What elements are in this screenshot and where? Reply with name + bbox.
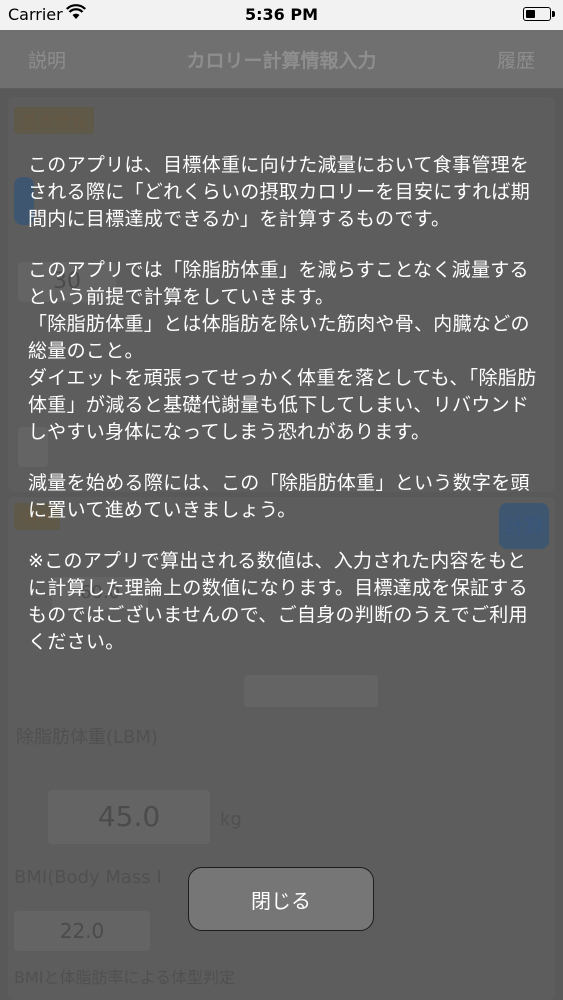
description-paragraph-2: このアプリでは「除脂肪体重」を減らすことなく減量するという前提で計算をしていきま… [28, 259, 537, 443]
navigation-bar: 説明 カロリー計算情報入力 履歴 [0, 30, 563, 89]
description-paragraph-3: 減量を始める際には、この「除脂肪体重」という数字を頭に置いて進めていきましょう。 [28, 472, 530, 521]
description-paragraph-4: ※このアプリで算出される数値は、入力された内容をもとに計算した理論上の数値になり… [28, 550, 528, 653]
description-paragraph-1: このアプリは、目標体重に向けた減量において食事管理をされる際に「どれくらいの摂取… [28, 154, 530, 230]
battery-icon [523, 7, 555, 21]
nav-title: カロリー計算情報入力 [186, 50, 377, 72]
history-button[interactable]: 履歴 [497, 46, 535, 73]
close-button[interactable]: 閉じる [188, 867, 374, 931]
status-bar: Carrier 5:36 PM [0, 0, 563, 30]
clock: 5:36 PM [244, 5, 318, 24]
app-description: このアプリは、目標体重に向けた減量において食事管理をされる際に「どれくらいの摂取… [28, 152, 538, 680]
